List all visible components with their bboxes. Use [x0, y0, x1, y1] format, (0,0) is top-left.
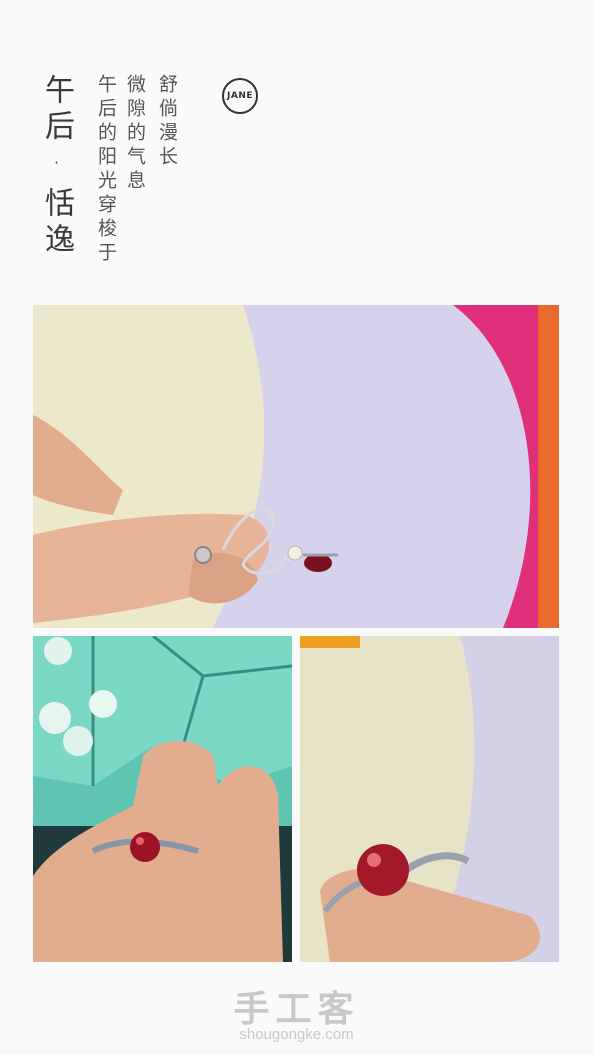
photo-ring-closeup [300, 636, 559, 962]
poster-text-column-1: 午后的阳光穿梭于 [95, 74, 117, 266]
poster-title: 午后·恬逸 [39, 74, 74, 259]
photo-ring-on-finger [33, 636, 292, 962]
poster-text-column-2: 微隙的气息 [124, 74, 146, 194]
poster-text-column-3: 舒倘漫长 [156, 74, 178, 170]
jane-badge: JANE [222, 78, 258, 114]
photo-hand-holding-ring [33, 305, 559, 628]
shougongke-logo: 手工客 [233, 989, 360, 1030]
shougongke-url: shougongke.com [239, 1026, 354, 1043]
